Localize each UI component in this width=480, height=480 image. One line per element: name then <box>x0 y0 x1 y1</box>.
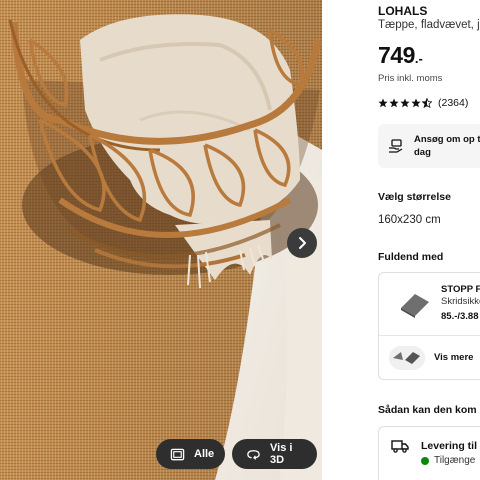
delivery-title: Levering til <box>421 440 478 452</box>
product-image[interactable]: Alle Vis i 3D <box>0 0 322 480</box>
delivery-option-card[interactable]: Levering til Tilgænge <box>378 426 480 480</box>
star-icon <box>400 98 410 108</box>
complete-with-heading: Fuldend med <box>378 251 444 263</box>
star-icon <box>378 98 388 108</box>
view-3d-button[interactable]: Vis i 3D <box>232 439 317 469</box>
delivery-truck-icon <box>391 440 409 453</box>
size-heading: Vælg størrelse <box>378 191 451 203</box>
all-images-button[interactable]: Alle <box>156 439 225 469</box>
product-description: Tæppe, fladvævet, jute <box>378 19 480 31</box>
rating-count: (2364) <box>438 97 469 109</box>
price-integer: 749 <box>378 42 415 68</box>
see-more-label: Vis mere <box>434 352 474 363</box>
complementary-product[interactable]: STOPP FI Skridsikke 85.-/3.88 <box>379 273 480 335</box>
delivery-status-text: Tilgænge <box>434 455 476 466</box>
payment-hand-icon <box>389 139 403 153</box>
more-products-thumbnails <box>389 346 425 370</box>
all-images-label: Alle <box>194 448 215 460</box>
delivery-status: Tilgænge <box>421 455 475 466</box>
star-icon <box>411 98 421 108</box>
see-more-button[interactable]: Vis mere <box>379 336 480 381</box>
complementary-product-name: STOPP FI <box>441 284 480 295</box>
product-photo-rug-basket <box>0 0 322 480</box>
price-suffix: .- <box>414 51 423 66</box>
half-star-icon <box>422 98 432 108</box>
product-info-panel: LOHALS Tæppe, fladvævet, jute 749.- Pris… <box>378 0 480 480</box>
rotate-3d-icon <box>247 449 260 460</box>
complementary-product-price: 85.-/3.88 <box>441 311 479 322</box>
star-icon <box>389 98 399 108</box>
view-3d-label: Vis i 3D <box>270 442 293 466</box>
chevron-right-icon <box>299 237 306 249</box>
complementary-product-subtitle: Skridsikke <box>441 296 480 307</box>
size-selector[interactable]: 160x230 cm <box>378 214 441 226</box>
complete-with-card: STOPP FI Skridsikke 85.-/3.88 Vis mere <box>378 272 480 380</box>
rating-stars <box>378 98 432 108</box>
product-name: LOHALS <box>378 4 428 18</box>
loan-application-card[interactable]: Ansøg om op til dag <box>378 124 480 168</box>
availability-dot-icon <box>421 456 429 465</box>
rug-underlay-thumbnail <box>401 294 429 318</box>
next-image-button[interactable] <box>287 228 317 258</box>
loan-label: Ansøg om op til dag <box>414 134 480 158</box>
product-price: 749.- <box>378 42 423 69</box>
how-to-get-heading: Sådan kan den kom <box>378 404 477 416</box>
price-note: Pris inkl. moms <box>378 73 443 84</box>
image-gallery-icon <box>170 448 185 460</box>
rating[interactable]: (2364) <box>378 97 468 109</box>
